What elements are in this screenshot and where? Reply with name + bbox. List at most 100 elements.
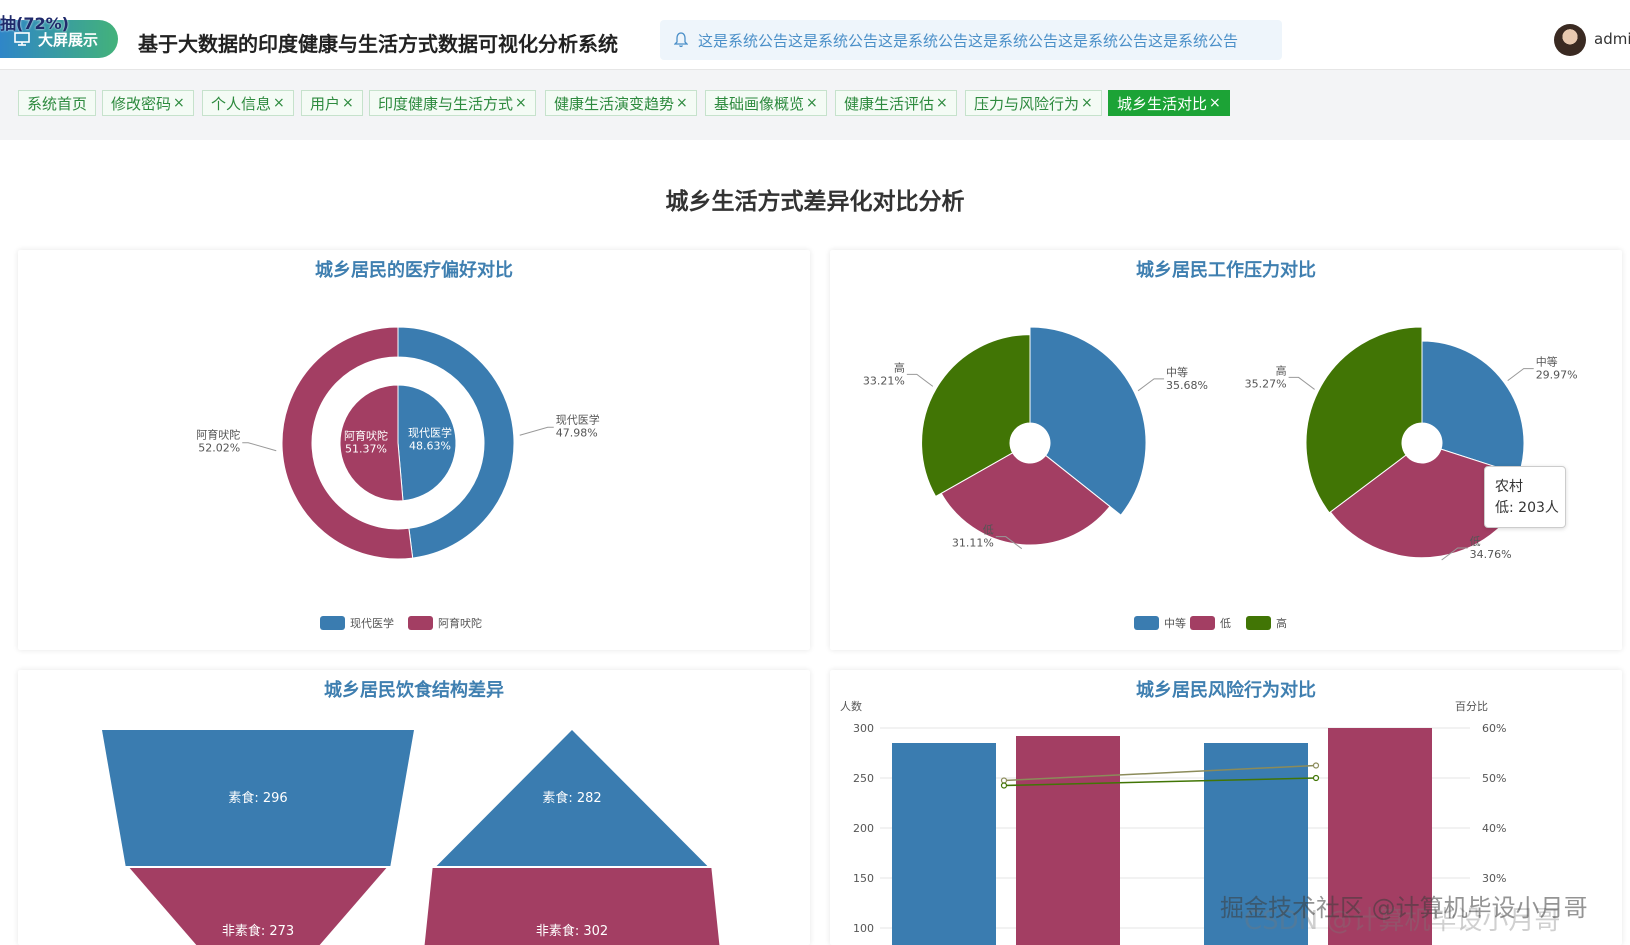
main-content: 城乡生活方式差异化对比分析 城乡居民的医疗偏好对比 现代医学 47.98% 阿育吠陀… [0, 140, 1630, 945]
y-tick: 200 [853, 822, 874, 835]
close-icon[interactable]: × [342, 95, 354, 111]
tab-item[interactable]: 城乡生活对比 × [1108, 90, 1230, 116]
bar [892, 743, 996, 945]
tab-item[interactable]: 用户 × [301, 90, 363, 116]
bell-icon [674, 32, 688, 48]
watermark-juejin: 掘金技术社区 @计算机毕设小月哥 [1220, 894, 1588, 922]
slice-label: 低 [1470, 535, 1481, 548]
chart-tooltip: 农村 低: 203人 [1484, 466, 1566, 528]
tab-label: 用户 [310, 94, 341, 113]
y2-tick: 40% [1482, 822, 1506, 835]
funnel-label: 素食: 296 [228, 790, 287, 806]
recording-overlay-text: 抽(72%) [0, 14, 69, 33]
tab-label: 压力与风险行为 [974, 94, 1080, 113]
tab-item[interactable]: 健康生活演变趋势 × [545, 90, 697, 116]
close-icon[interactable]: × [936, 95, 948, 111]
pie-slice [1421, 340, 1525, 475]
close-icon[interactable]: × [1081, 95, 1093, 111]
close-icon[interactable]: × [515, 95, 527, 111]
slice-percent: 52.02% [198, 442, 240, 455]
close-icon[interactable]: × [1209, 95, 1221, 111]
y2-tick: 50% [1482, 772, 1506, 785]
legend-swatch [1190, 616, 1215, 630]
tab-label: 健康生活评估 [844, 94, 935, 113]
line-point [1000, 782, 1008, 789]
close-icon[interactable]: × [273, 95, 285, 111]
inner-slice-percent: 51.37% [345, 442, 387, 455]
slice-label: 中等 [1166, 365, 1188, 379]
inner-slice-label: 现代医学 [408, 426, 452, 440]
legend-label: 低 [1220, 617, 1231, 630]
legend-swatch [408, 616, 433, 630]
funnel-label: 非素食: 302 [536, 923, 608, 939]
tab-label: 健康生活演变趋势 [554, 94, 675, 113]
label-line [1137, 378, 1165, 392]
slice-percent: 34.76% [1470, 548, 1512, 561]
notice-text: 这是系统公告这是系统公告这是系统公告这是系统公告这是系统公告这是系统公告 [698, 31, 1239, 50]
legend-swatch [320, 616, 345, 630]
inner-slice-percent: 48.63% [409, 440, 451, 453]
tab-label: 基础画像概览 [714, 94, 805, 113]
slice-percent: 29.97% [1536, 369, 1578, 382]
page-title: 城乡生活方式差异化对比分析 [665, 189, 965, 215]
bar [1016, 736, 1120, 945]
legend-swatch [1246, 616, 1271, 630]
y2-tick: 60% [1482, 722, 1506, 735]
tab-item[interactable]: 印度健康与生活方式 × [369, 90, 536, 116]
close-icon[interactable]: × [806, 95, 818, 111]
legend-label: 现代医学 [350, 616, 394, 630]
tab-item[interactable]: 健康生活评估 × [835, 90, 957, 116]
y-tick: 250 [853, 772, 874, 785]
funnel-label: 素食: 282 [542, 790, 601, 806]
y-tick: 300 [853, 722, 874, 735]
slice-percent: 35.68% [1166, 379, 1208, 392]
monitor-icon [14, 32, 30, 46]
tab-item[interactable]: 修改密码 × [102, 90, 194, 116]
medical-preference-chart: 现代医学47.98%阿育吠陀52.02%现代医学48.63%阿育吠陀51.37%… [196, 326, 600, 630]
y2-axis-label: 百分比 [1455, 700, 1488, 713]
line-point [1312, 762, 1320, 769]
tab-label: 印度健康与生活方式 [378, 94, 514, 113]
user-name[interactable]: admi [1594, 30, 1630, 48]
slice-label: 高 [894, 360, 905, 374]
tab-label: 个人信息 [211, 94, 272, 113]
tab-item[interactable]: 基础画像概览 × [705, 90, 827, 116]
tab-label: 城乡生活对比 [1117, 94, 1208, 113]
slice-label: 高 [1276, 363, 1287, 377]
tab-item[interactable]: 系统首页 [18, 90, 97, 116]
tooltip-series: 农村 [1495, 479, 1523, 495]
legend-label: 高 [1276, 616, 1287, 630]
system-title: 基于大数据的印度健康与生活方式数据可视化分析系统 [138, 32, 618, 56]
slice-label: 现代医学 [556, 412, 600, 426]
slice-label: 阿育吠陀 [196, 428, 240, 442]
label-line [906, 373, 934, 387]
close-icon[interactable]: × [676, 95, 688, 111]
tooltip-value: 低: 203人 [1495, 500, 1559, 516]
y-axis-label: 人数 [840, 700, 862, 713]
tab-bar: 系统首页 修改密码 × 个人信息 × 用户 × 印度健康与生活方式 × 健康生活演变趋势 × 基础画像… [0, 70, 1630, 140]
work-pressure-chart: 中等35.68%低31.11%高33.21%中等29.97%低34.76%高35… [863, 326, 1578, 630]
y-tick: 150 [853, 872, 874, 885]
label-line [1288, 376, 1315, 390]
tab-label: 修改密码 [111, 94, 172, 113]
slice-percent: 47.98% [556, 426, 598, 439]
tab-item[interactable]: 压力与风险行为 × [965, 90, 1102, 116]
y2-tick: 30% [1482, 872, 1506, 885]
line-point [1312, 774, 1320, 782]
medical-preference-panel: 城乡居民的医疗偏好对比 现代医学 47.98% 阿育吠陀 52.02% 现代医学 48.6… [18, 250, 810, 650]
inner-slice-label: 阿育吠陀 [344, 428, 388, 442]
funnel-label: 非素食: 273 [222, 923, 294, 939]
legend-label: 中等 [1164, 616, 1186, 630]
legend-swatch [1134, 616, 1159, 630]
label-line [242, 442, 277, 452]
label-line [519, 426, 554, 436]
system-notice: 这是系统公告这是系统公告这是系统公告这是系统公告这是系统公告这是系统公告 [660, 20, 1282, 60]
legend-label: 阿育吠陀 [438, 616, 482, 630]
avatar[interactable] [1554, 24, 1586, 56]
diet-structure-chart: 素食: 296 非素食: 273 素食: 282 非素食: 302 [102, 730, 720, 945]
tab-item[interactable]: 个人信息 × [202, 90, 294, 116]
slice-percent: 35.27% [1245, 377, 1287, 390]
close-icon[interactable]: × [173, 95, 185, 111]
line-point [1000, 777, 1008, 784]
work-pressure-panel: 城乡居民工作压力对比 中等 35.68% 低 31.11% 高 33.21% 中等 29.97… [830, 250, 1622, 650]
